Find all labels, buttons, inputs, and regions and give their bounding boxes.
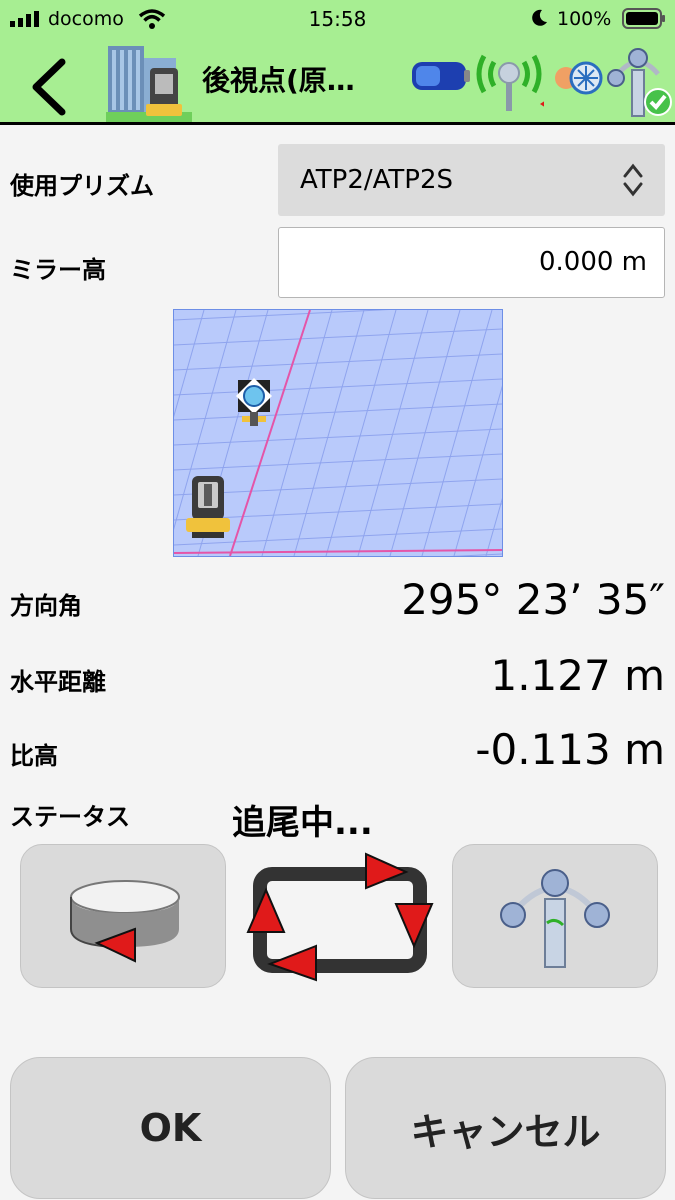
select-chevron-icon	[623, 163, 643, 197]
battery-icon	[622, 8, 665, 29]
header: docomo 15:58 100% 後視点(原…	[0, 0, 675, 125]
tracking-loop-icon	[246, 852, 434, 982]
horizontal-distance-label: 水平距離	[10, 668, 106, 696]
cancel-button[interactable]: キャンセル	[345, 1057, 666, 1199]
azimuth-value: 295° 23’ 35″	[401, 575, 665, 624]
status-label: ステータス	[10, 803, 130, 831]
mirror-height-input[interactable]: 0.000 m	[278, 227, 665, 298]
mirror-height-value: 0.000 m	[538, 247, 647, 277]
height-difference-label: 比高	[10, 742, 58, 770]
total-station-icon	[186, 476, 230, 538]
mirror-height-label: ミラー高	[10, 256, 106, 284]
rotate-ring-icon	[70, 880, 180, 963]
position-map	[173, 309, 503, 557]
rotate-button[interactable]	[20, 844, 226, 988]
battery-percentage: 100%	[557, 8, 612, 30]
prism-target-icon	[236, 378, 272, 426]
prism-selected-value: ATP2/ATP2S	[300, 165, 454, 195]
status-ok-icon	[607, 48, 672, 117]
status-bar: docomo 15:58 100%	[0, 0, 675, 36]
cancel-button-label: キャンセル	[410, 1109, 601, 1154]
back-chevron-icon[interactable]	[18, 56, 78, 116]
page-title: 後視点(原…	[202, 64, 355, 97]
battery-level-icon	[412, 62, 470, 90]
prism-connect-button[interactable]	[452, 844, 658, 988]
azimuth-label: 方向角	[10, 592, 82, 620]
track-button[interactable]	[236, 844, 440, 986]
ok-button[interactable]: OK	[10, 1057, 331, 1199]
height-difference-value: -0.113 m	[475, 725, 665, 774]
prism-select[interactable]: ATP2/ATP2S	[278, 144, 665, 216]
title-bar: 後視点(原…	[0, 36, 675, 122]
moon-icon	[532, 9, 547, 26]
instrument-building-icon	[106, 46, 192, 122]
horizontal-distance-value: 1.127 m	[490, 651, 665, 700]
tracking-status: 追尾中...	[232, 803, 373, 843]
ok-button-label: OK	[139, 1106, 202, 1150]
prism-label: 使用プリズム	[10, 172, 154, 200]
signal-antenna-icon	[476, 54, 544, 111]
prism-connect-icon	[500, 869, 610, 968]
prism-connection-icon	[555, 61, 603, 95]
